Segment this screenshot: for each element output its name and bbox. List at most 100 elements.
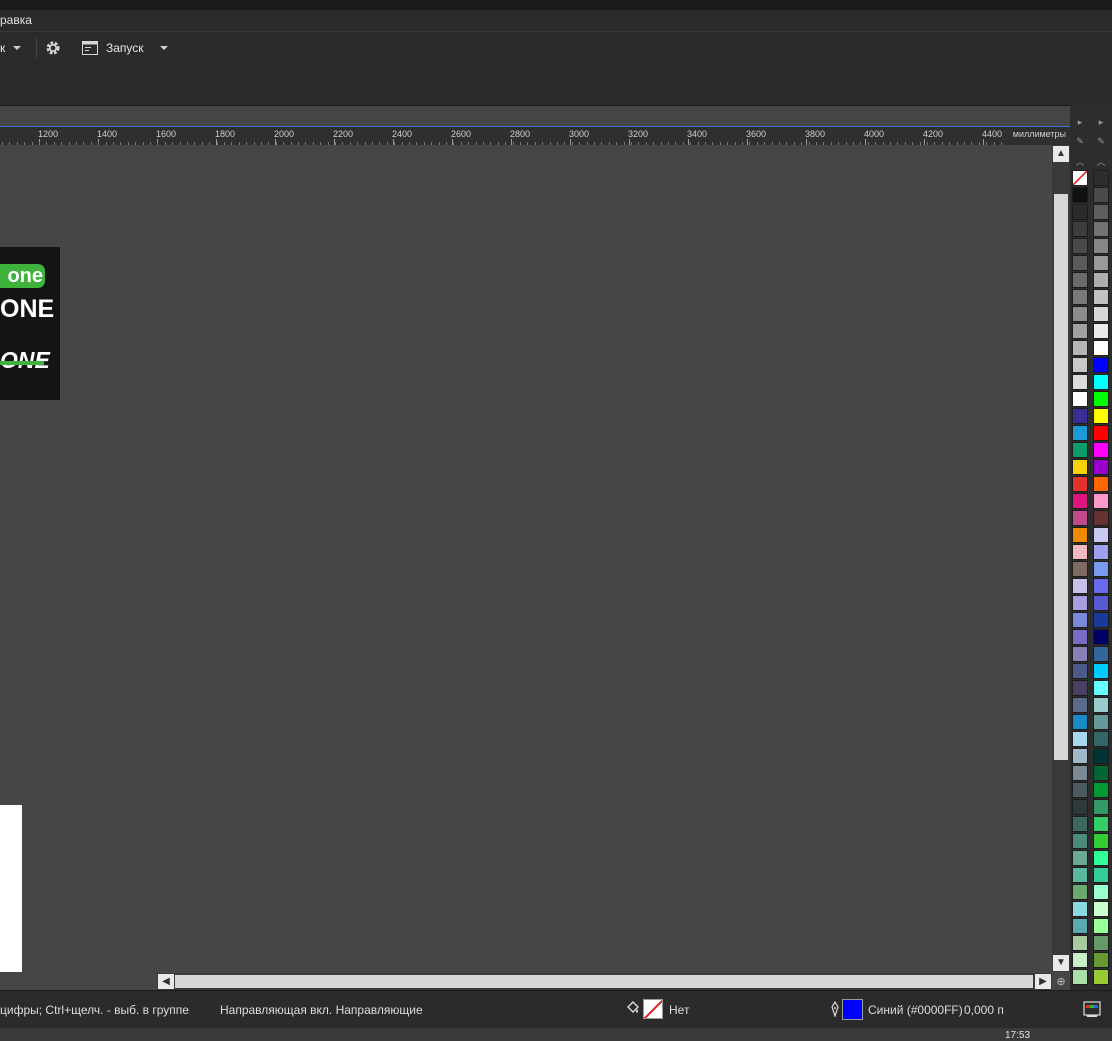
palette-expand-icon[interactable]: ▸: [1070, 117, 1090, 128]
color-swatch[interactable]: [1093, 646, 1109, 662]
taskbar-clock[interactable]: 17:53: [1005, 1030, 1030, 1041]
color-swatch[interactable]: [1072, 748, 1088, 764]
horizontal-scroll-thumb[interactable]: [175, 975, 1033, 988]
color-swatch[interactable]: [1072, 578, 1088, 594]
color-swatch[interactable]: [1093, 918, 1109, 934]
color-swatch[interactable]: [1093, 306, 1109, 322]
color-swatch[interactable]: [1093, 663, 1109, 679]
color-swatch[interactable]: [1072, 374, 1088, 390]
color-swatch[interactable]: [1072, 612, 1088, 628]
color-swatch[interactable]: [1093, 629, 1109, 645]
color-swatch[interactable]: [1093, 935, 1109, 951]
color-swatch[interactable]: [1072, 884, 1088, 900]
palette-expand-icon[interactable]: ▸: [1091, 117, 1111, 128]
color-swatch[interactable]: [1093, 357, 1109, 373]
color-swatch[interactable]: [1072, 663, 1088, 679]
color-swatch[interactable]: [1072, 935, 1088, 951]
color-swatch[interactable]: [1093, 187, 1109, 203]
color-swatch[interactable]: [1093, 544, 1109, 560]
fill-color-swatch[interactable]: [643, 999, 663, 1019]
color-swatch[interactable]: [1072, 187, 1088, 203]
color-swatch[interactable]: [1072, 510, 1088, 526]
color-swatch[interactable]: [1072, 714, 1088, 730]
color-swatch[interactable]: [1072, 595, 1088, 611]
color-swatch[interactable]: [1093, 408, 1109, 424]
color-swatch[interactable]: [1093, 901, 1109, 917]
color-swatch[interactable]: [1072, 221, 1088, 237]
color-swatch[interactable]: [1093, 595, 1109, 611]
color-swatch[interactable]: [1093, 527, 1109, 543]
horizontal-scrollbar[interactable]: ◀ ▶: [157, 973, 1052, 990]
color-swatch[interactable]: [1072, 306, 1088, 322]
drawing-canvas[interactable]: one ONE ONE: [0, 145, 1052, 972]
chevron-down-icon[interactable]: [159, 46, 168, 50]
color-swatch[interactable]: [1072, 493, 1088, 509]
color-swatch[interactable]: [1072, 646, 1088, 662]
scroll-up-button[interactable]: ▲: [1053, 146, 1069, 162]
color-swatch[interactable]: [1093, 952, 1109, 968]
color-swatch[interactable]: [1093, 221, 1109, 237]
color-swatch[interactable]: [1093, 833, 1109, 849]
horizontal-ruler[interactable]: миллиметры 1200 1400 1600 1800 2000 2200 2400 2…: [0, 126, 1070, 145]
color-swatch[interactable]: [1072, 799, 1088, 815]
color-swatch[interactable]: [1072, 901, 1088, 917]
color-swatch[interactable]: [1072, 850, 1088, 866]
color-swatch[interactable]: [1093, 561, 1109, 577]
color-swatch[interactable]: [1072, 731, 1088, 747]
color-swatch[interactable]: [1072, 527, 1088, 543]
logo-artwork[interactable]: one ONE ONE: [0, 247, 60, 400]
color-swatch[interactable]: [1093, 578, 1109, 594]
color-swatch[interactable]: [1072, 833, 1088, 849]
color-swatch[interactable]: [1072, 629, 1088, 645]
palette-scroll-up-icon[interactable]: ︿: [1070, 155, 1090, 168]
color-swatch[interactable]: [1093, 731, 1109, 747]
color-swatch[interactable]: [1093, 204, 1109, 220]
no-color-swatch[interactable]: [1072, 170, 1088, 186]
color-swatch[interactable]: [1072, 272, 1088, 288]
color-swatch[interactable]: [1093, 374, 1109, 390]
color-swatch[interactable]: [1072, 391, 1088, 407]
color-swatch[interactable]: [1093, 442, 1109, 458]
color-swatch[interactable]: [1093, 425, 1109, 441]
scroll-left-button[interactable]: ◀: [158, 974, 174, 989]
color-swatch[interactable]: [1093, 170, 1109, 186]
eyedropper-icon[interactable]: ✎: [1091, 136, 1111, 147]
color-swatch[interactable]: [1093, 680, 1109, 696]
color-swatch[interactable]: [1093, 272, 1109, 288]
color-swatch[interactable]: [1072, 442, 1088, 458]
color-swatch[interactable]: [1093, 969, 1109, 985]
color-swatch[interactable]: [1072, 561, 1088, 577]
color-swatch[interactable]: [1093, 867, 1109, 883]
color-swatch[interactable]: [1072, 697, 1088, 713]
color-swatch[interactable]: [1093, 697, 1109, 713]
vertical-scrollbar[interactable]: ▲ ▼: [1052, 145, 1070, 972]
color-swatch[interactable]: [1093, 748, 1109, 764]
color-swatch[interactable]: [1093, 782, 1109, 798]
color-swatch[interactable]: [1072, 867, 1088, 883]
color-swatch[interactable]: [1072, 340, 1088, 356]
color-swatch[interactable]: [1093, 510, 1109, 526]
scroll-down-button[interactable]: ▼: [1053, 955, 1069, 971]
scroll-right-button[interactable]: ▶: [1035, 974, 1051, 989]
color-swatch[interactable]: [1093, 765, 1109, 781]
options-button[interactable]: [44, 32, 62, 64]
color-swatch[interactable]: [1093, 799, 1109, 815]
color-swatch[interactable]: [1093, 289, 1109, 305]
color-swatch[interactable]: [1072, 782, 1088, 798]
color-swatch[interactable]: [1072, 544, 1088, 560]
color-swatch[interactable]: [1072, 680, 1088, 696]
color-swatch[interactable]: [1072, 255, 1088, 271]
color-swatch[interactable]: [1093, 391, 1109, 407]
color-swatch[interactable]: [1072, 204, 1088, 220]
zoom-icon[interactable]: ⊕: [1054, 975, 1068, 989]
color-swatch[interactable]: [1093, 816, 1109, 832]
color-proof-icon[interactable]: [1083, 1000, 1101, 1018]
toolbar-dropdown-partial[interactable]: к: [0, 32, 22, 64]
vertical-scroll-thumb[interactable]: [1054, 194, 1068, 760]
color-swatch[interactable]: [1072, 289, 1088, 305]
page-border[interactable]: [0, 805, 22, 972]
color-swatch[interactable]: [1093, 459, 1109, 475]
color-swatch[interactable]: [1093, 255, 1109, 271]
palette-scroll-up-icon[interactable]: ︿: [1091, 155, 1111, 168]
color-swatch[interactable]: [1072, 238, 1088, 254]
